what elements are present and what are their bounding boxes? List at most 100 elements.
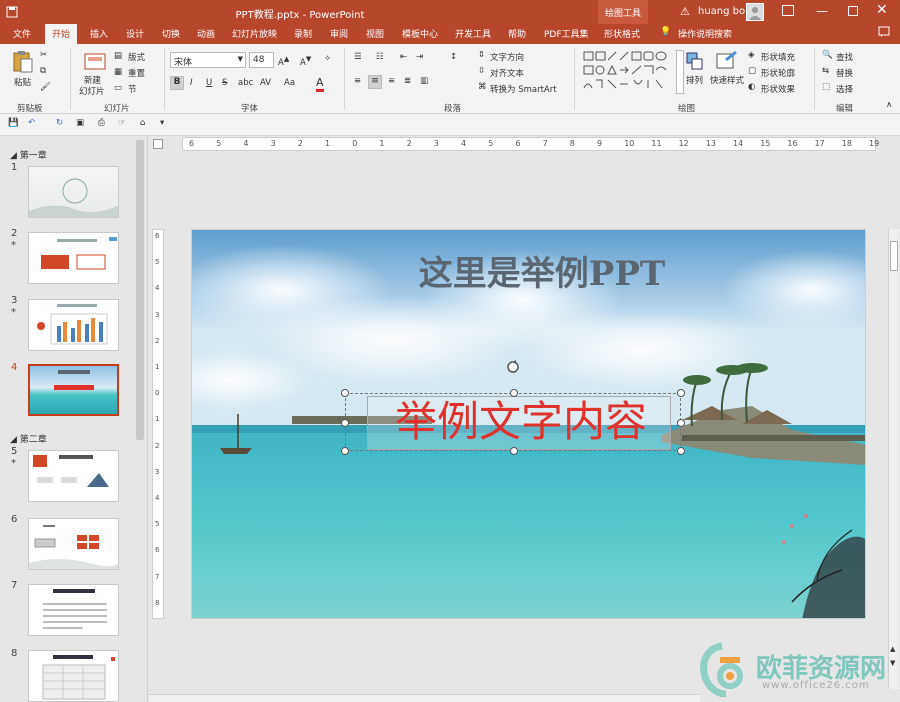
tab-help[interactable]: 帮助 <box>508 27 526 40</box>
text-direction-icon[interactable]: ⇕ <box>478 50 485 60</box>
next-slide-icon[interactable]: ▼ <box>890 659 895 667</box>
select-icon[interactable]: ⬚ <box>822 82 830 92</box>
tab-animations[interactable]: 动画 <box>197 27 215 40</box>
vertical-ruler[interactable]: 6 5 4 3 2 1 0 1 2 3 4 5 6 7 8 <box>152 229 164 619</box>
tab-slideshow[interactable]: 幻灯片放映 <box>232 27 277 40</box>
slide-canvas[interactable]: 这里是举例PPT 举例文字内容 <box>191 229 866 619</box>
undo-icon[interactable]: ↶ <box>28 118 35 128</box>
resize-handle-w[interactable] <box>341 419 349 427</box>
strikethrough-button[interactable]: S <box>222 78 227 88</box>
shape-fill-icon[interactable]: ◈ <box>748 50 755 60</box>
tab-file[interactable]: 文件 <box>13 27 31 40</box>
bold-button[interactable]: B <box>170 76 184 90</box>
tab-insert[interactable]: 插入 <box>90 27 108 40</box>
outdent-icon[interactable]: ⇤ <box>400 52 407 62</box>
slide-thumbnail-1[interactable] <box>28 166 119 218</box>
user-name[interactable]: huang bo <box>698 6 745 17</box>
clear-format-icon[interactable]: ✧ <box>324 54 331 64</box>
italic-button[interactable]: I <box>190 78 193 88</box>
underline-button[interactable]: U <box>206 78 212 88</box>
save-icon[interactable]: 💾 <box>8 118 19 128</box>
decrease-font-icon[interactable]: A▼ <box>300 54 311 68</box>
paste-button[interactable]: 粘贴 <box>14 76 31 88</box>
tab-template-center[interactable]: 模板中心 <box>402 27 438 40</box>
shape-gallery-scroll[interactable] <box>676 50 684 94</box>
quick-styles-button[interactable]: 快速样式 <box>710 74 744 86</box>
paste-icon[interactable] <box>12 50 34 74</box>
resize-handle-s[interactable] <box>510 447 518 455</box>
quick-styles-icon[interactable] <box>716 50 738 72</box>
resize-handle-nw[interactable] <box>341 389 349 397</box>
text-box-selected[interactable]: 举例文字内容 <box>341 360 685 455</box>
section-header-2[interactable]: ◢ 第二章 <box>10 432 47 445</box>
change-case-button[interactable]: Aa <box>284 78 295 88</box>
slide-thumbnail-7[interactable] <box>28 584 119 636</box>
smartart-button[interactable]: 转换为 SmartArt <box>490 83 557 95</box>
resize-handle-ne[interactable] <box>677 389 685 397</box>
comments-icon[interactable] <box>878 26 890 41</box>
print-preview-icon[interactable]: ⎙ <box>98 118 105 128</box>
new-slide-icon[interactable] <box>84 52 106 72</box>
slide-body-text[interactable]: 举例文字内容 <box>366 396 676 448</box>
shape-fill-button[interactable]: 形状填充 <box>761 51 795 63</box>
align-right-icon[interactable]: ≡ <box>388 76 395 86</box>
collapse-ribbon-icon[interactable]: ∧ <box>886 100 892 110</box>
warning-icon[interactable]: ⚠ <box>680 5 690 18</box>
replace-button[interactable]: 替换 <box>836 67 853 79</box>
font-color-button[interactable]: A <box>316 76 324 92</box>
align-text-button[interactable]: 对齐文本 <box>490 67 524 79</box>
slide-thumbnail-2[interactable] <box>28 232 119 284</box>
avatar[interactable] <box>746 3 764 21</box>
ruler-corner[interactable] <box>153 139 163 149</box>
tab-record[interactable]: 录制 <box>294 27 312 40</box>
align-text-icon[interactable]: ⇳ <box>478 66 485 76</box>
line-spacing-icon[interactable]: ↕ <box>450 52 457 62</box>
redo-icon[interactable]: ↻ <box>56 118 63 128</box>
format-painter-icon[interactable]: 🖌 <box>40 82 51 92</box>
notes-pane-divider[interactable] <box>149 694 700 702</box>
slideshow-from-start-icon[interactable]: ▣ <box>76 118 84 128</box>
increase-font-icon[interactable]: A▲ <box>278 54 289 68</box>
indent-icon[interactable]: ⇥ <box>416 52 423 62</box>
section-button[interactable]: 节 <box>128 83 137 95</box>
tab-view[interactable]: 视图 <box>366 27 384 40</box>
touch-mode-icon[interactable]: ☞ <box>118 118 126 128</box>
editor-scrollbar[interactable]: ▲ ▼ <box>888 229 899 689</box>
shape-effects-icon[interactable]: ◐ <box>748 82 755 92</box>
prev-slide-icon[interactable]: ▲ <box>890 645 895 653</box>
slide-thumbnail-5[interactable] <box>28 450 119 502</box>
replace-icon[interactable]: ⇆ <box>822 66 829 76</box>
arrange-button[interactable]: 排列 <box>686 74 703 86</box>
tab-design[interactable]: 设计 <box>126 27 144 40</box>
slide-title[interactable]: 这里是举例PPT <box>392 246 692 295</box>
layout-icon[interactable]: ▤ <box>114 51 122 61</box>
reset-button[interactable]: 重置 <box>128 67 145 79</box>
shadow-button[interactable]: abc <box>238 78 253 88</box>
shape-effects-button[interactable]: 形状效果 <box>761 83 795 95</box>
shape-outline-icon[interactable]: ▢ <box>748 66 756 76</box>
section-header-1[interactable]: ◢ 第一章 <box>10 148 47 161</box>
tab-transitions[interactable]: 切换 <box>162 27 180 40</box>
numbering-icon[interactable]: ☷ <box>376 52 384 62</box>
tell-me-search[interactable]: 操作说明搜索 <box>678 27 732 40</box>
resize-handle-sw[interactable] <box>341 447 349 455</box>
justify-icon[interactable]: ≣ <box>404 76 411 86</box>
minimize-icon[interactable]: — <box>816 4 828 18</box>
resize-handle-e[interactable] <box>677 419 685 427</box>
horizontal-ruler[interactable]: 6 5 4 3 2 1 0 1 2 3 4 5 6 7 8 9 10 11 12 13 14 15 16 17 18 19 <box>182 137 879 151</box>
find-button[interactable]: 查找 <box>836 51 853 63</box>
shape-gallery[interactable] <box>582 50 674 94</box>
customize-qat-icon[interactable]: ▾ <box>160 118 164 128</box>
font-name-select[interactable]: 宋体 ▼ <box>170 52 246 68</box>
smartart-icon[interactable]: ⌘ <box>478 82 487 92</box>
ribbon-display-icon[interactable] <box>782 5 794 16</box>
arrange-icon[interactable] <box>686 52 704 72</box>
tab-developer[interactable]: 开发工具 <box>455 27 491 40</box>
columns-icon[interactable]: ▥ <box>420 76 428 86</box>
font-size-select[interactable]: 48 <box>249 52 274 68</box>
slide-thumbnail-4-selected[interactable] <box>28 364 119 416</box>
reset-icon[interactable]: ▦ <box>114 67 122 77</box>
scroll-thumb[interactable] <box>890 241 898 271</box>
text-direction-button[interactable]: 文字方向 <box>490 51 524 63</box>
section-icon[interactable]: ▭ <box>114 83 122 93</box>
